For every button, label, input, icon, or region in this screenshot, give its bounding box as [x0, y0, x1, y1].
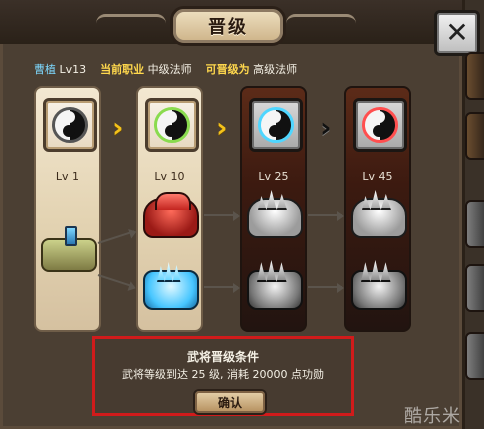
promotion-tiers: Lv 1 › Lv 10 › Lv 25 › Lv 45 — [34, 86, 446, 332]
conditions-highlight-box: 武将晋级条件 武将等级到达 25 级, 消耗 20000 点功勋 确认 — [92, 336, 354, 416]
chevron-right-icon: › — [320, 111, 332, 144]
side-tab[interactable] — [465, 332, 484, 380]
silver-crown-unit-icon — [247, 198, 303, 238]
tier-badge-3 — [249, 98, 303, 152]
character-level: Lv13 — [59, 63, 87, 76]
header-ornament-right — [286, 14, 356, 33]
chevron-right-icon: › — [112, 111, 124, 144]
side-tab[interactable] — [465, 264, 484, 312]
side-tab[interactable] — [465, 200, 484, 248]
dialog-title: 晋级 — [208, 17, 248, 38]
blue-crystal-unit-icon — [143, 270, 199, 310]
yin-yang-icon — [52, 107, 88, 143]
watermark: 酷乐米 — [404, 406, 461, 427]
tier-column-3: Lv 25 — [240, 86, 307, 332]
silver-spike-unit-icon — [351, 270, 407, 310]
tier-badge-2 — [145, 98, 199, 152]
promote-to-label: 可晋级为 — [205, 63, 250, 76]
yin-yang-icon — [258, 107, 294, 143]
unit-icon — [41, 226, 97, 272]
character-name-level: 曹植 Lv13 — [34, 61, 86, 77]
red-crown-unit-icon — [143, 192, 199, 238]
evolution-arrow — [97, 274, 135, 288]
tier-level-label: Lv 45 — [362, 170, 393, 183]
evolution-arrow — [308, 283, 344, 293]
tier-level-label: Lv 1 — [55, 170, 80, 183]
current-job: 当前职业 中级法师 — [100, 61, 192, 77]
tier-level-label: Lv 10 — [154, 170, 185, 183]
chevron-right-icon: › — [216, 111, 228, 144]
side-tab[interactable] — [465, 52, 484, 100]
tier-column-1: Lv 1 — [34, 86, 101, 332]
tier-badge-1 — [43, 98, 97, 152]
close-button[interactable]: ✕ — [434, 10, 480, 56]
evolution-arrow — [204, 283, 240, 293]
side-tab[interactable] — [465, 112, 484, 160]
character-name: 曹植 — [34, 63, 56, 76]
close-icon: ✕ — [445, 16, 469, 49]
character-info: 曹植 Lv13 当前职业 中级法师 可晋级为 高级法师 — [34, 61, 297, 77]
tier-column-2: Lv 10 — [136, 86, 203, 332]
promote-to: 可晋级为 高级法师 — [206, 61, 298, 77]
header-ornament-left — [96, 14, 166, 33]
yin-yang-icon — [362, 107, 398, 143]
promotion-dialog: 晋级 ✕ 曹植 Lv13 当前职业 中级法师 可晋级为 高级法师 Lv 1 › — [0, 0, 480, 429]
yin-yang-icon — [154, 107, 190, 143]
evolution-arrow — [204, 211, 240, 221]
silver-spike-unit-icon — [247, 270, 303, 310]
confirm-label: 确认 — [217, 395, 242, 410]
tier-column-4: Lv 45 — [344, 86, 411, 332]
promote-to-value: 高级法师 — [253, 63, 298, 76]
title-plate: 晋级 — [170, 6, 286, 46]
evolution-arrow — [308, 211, 344, 221]
side-tabs — [465, 52, 484, 429]
conditions-title: 武将晋级条件 — [186, 350, 259, 364]
tier-badge-4 — [353, 98, 407, 152]
silver-crown-unit-icon — [351, 198, 407, 238]
current-job-value: 中级法师 — [147, 63, 192, 76]
tier-level-label: Lv 25 — [258, 170, 289, 183]
conditions-text: 武将等级到达 25 级, 消耗 20000 点功勋 — [122, 368, 324, 381]
evolution-arrow — [97, 230, 135, 244]
confirm-button[interactable]: 确认 — [193, 389, 267, 415]
current-job-label: 当前职业 — [100, 63, 145, 76]
conditions-panel: 武将晋级条件 武将等级到达 25 级, 消耗 20000 点功勋 确认 — [34, 334, 446, 418]
dialog-header: 晋级 — [0, 0, 462, 46]
